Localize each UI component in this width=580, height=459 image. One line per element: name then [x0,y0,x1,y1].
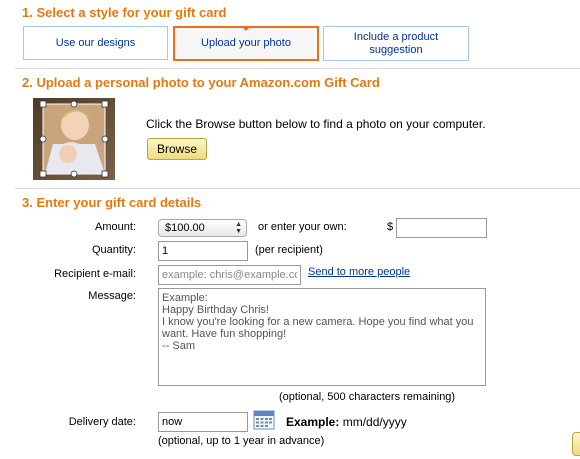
date-example: Example: mm/dd/yyyy [286,415,407,429]
divider [15,188,580,189]
enter-own-label: or enter your own: [258,221,347,233]
section-3-title: 3. Enter your gift card details [22,195,202,210]
calendar-icon[interactable] [253,410,275,430]
message-label: Message: [88,290,136,302]
delivery-date-input[interactable] [158,412,248,432]
example-label: Example: [286,415,340,429]
per-recipient-text: (per recipient) [255,244,323,256]
message-textarea[interactable]: Example: Happy Birthday Chris! I know yo… [158,288,486,386]
amount-selected-value: $100.00 [165,222,205,234]
upload-your-photo-label: Upload your photo [201,37,291,49]
section-1-title: 1. Select a style for your gift card [22,5,227,20]
delivery-date-label: Delivery date: [68,416,136,428]
quantity-label: Quantity: [91,244,136,256]
include-product-suggestion-label: Include a product suggestion [353,30,439,56]
section-2-title: 2. Upload a personal photo to your Amazo… [22,75,380,90]
browse-button[interactable]: Browse [147,138,207,160]
date-format-example: mm/dd/yyyy [342,415,407,429]
continue-button-partial[interactable] [572,432,580,456]
message-characters-remaining: (optional, 500 characters remaining) [279,391,456,403]
recipient-email-label: Recipient e-mail: [54,268,136,280]
divider [15,68,580,69]
upload-your-photo-button[interactable]: Upload your photo [173,26,319,61]
photo-thumbnail[interactable] [33,98,115,180]
custom-amount-input[interactable] [396,218,487,238]
photo-preview-image [33,98,115,180]
upload-instruction: Click the Browse button below to find a … [146,117,486,131]
amount-select[interactable]: $100.00 ▲ ▼ [158,219,247,237]
select-arrows-icon: ▲ ▼ [235,221,242,235]
quantity-input[interactable] [158,241,248,261]
amount-label: Amount: [95,221,136,233]
currency-symbol: $ [387,221,394,233]
use-our-designs-button[interactable]: Use our designs [23,26,168,60]
send-to-more-people-link[interactable]: Send to more people [308,266,410,278]
selected-notch-icon [241,26,251,31]
recipient-email-input[interactable] [158,265,301,285]
include-product-suggestion-button[interactable]: Include a product suggestion [323,26,469,61]
delivery-date-hint: (optional, up to 1 year in advance) [158,435,325,447]
use-our-designs-label: Use our designs [55,36,136,49]
